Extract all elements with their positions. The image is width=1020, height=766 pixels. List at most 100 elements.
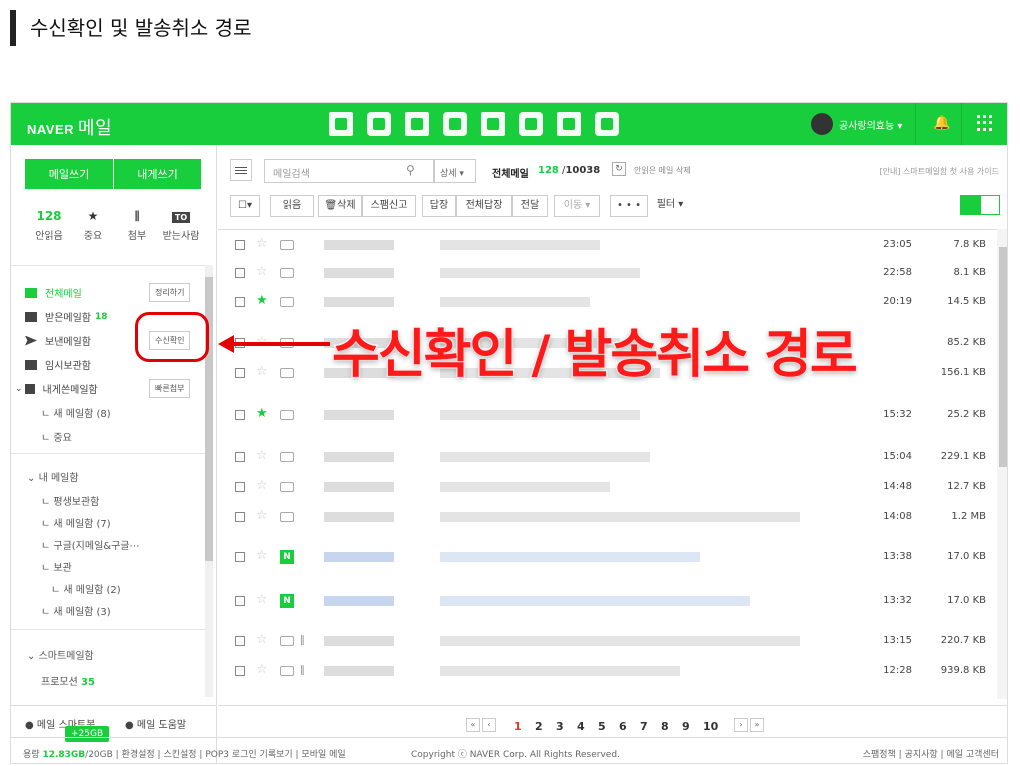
spam-button[interactable]: 스팸신고 [362,195,416,217]
page-number[interactable]: 6 [619,720,627,733]
refresh-icon[interactable]: ↻ [612,162,626,176]
user-menu[interactable]: 공사랑의효능 ▾ [811,113,902,135]
sender-redacted[interactable] [324,596,394,606]
sidebar-item-smart[interactable]: ⌄ 스마트메일함 [27,647,94,662]
sender-redacted[interactable] [324,452,394,462]
filter-button[interactable]: 필터 ▾ [650,195,690,217]
row-checkbox[interactable] [235,368,245,378]
subject-redacted[interactable] [440,268,640,278]
page-number[interactable]: 8 [661,720,669,733]
sidebar-subitem[interactable]: ㄴ 새 메일함 (8) [41,405,111,420]
star-icon[interactable]: ☆ [256,364,268,379]
sidebar-subitem[interactable]: ㄴ 새 메일함 (2) [51,581,121,596]
sender-redacted[interactable] [324,240,394,250]
last-page-button[interactable]: » [750,718,764,732]
envelope-icon[interactable] [280,512,294,522]
row-checkbox[interactable] [235,268,245,278]
forward-button[interactable]: 전달 [512,195,548,217]
help-link[interactable]: ● 메일 도움말 [125,716,186,731]
write-to-self-button[interactable]: 내게쓰기 [113,159,201,189]
sidebar-subitem[interactable]: ㄴ 구글(지메일&구글⋯ [41,537,139,552]
page-number[interactable]: 1 [514,720,522,733]
sender-redacted[interactable] [324,268,394,278]
reply-button[interactable]: 답장 [422,195,456,217]
quick-important[interactable]: ★ 중요 [71,209,115,242]
first-page-button[interactable]: « [466,718,480,732]
page-number[interactable]: 2 [535,720,543,733]
list-scroll-thumb[interactable] [999,247,1007,467]
contacts-icon[interactable] [443,112,467,136]
cafe-icon[interactable] [557,112,581,136]
subject-redacted[interactable] [440,482,610,492]
select-all-checkbox[interactable]: ☐▾ [230,195,260,217]
table-row[interactable]: ☆ 15:04 229.1 KB [218,442,997,472]
table-row[interactable]: ☆ N 13:38 17.0 KB [218,542,997,572]
sidebar-item-inbox[interactable]: 받은메일함 18 [25,309,108,324]
envelope-icon[interactable] [280,666,294,676]
star-icon[interactable]: ☆ [256,478,268,493]
sidebar-item-my-boxes[interactable]: ⌄ 내 메일함 [27,469,79,484]
envelope-icon[interactable] [280,368,294,378]
write-mail-button[interactable]: 메일쓰기 [25,159,113,189]
table-row[interactable]: ☆ 14:08 1.2 MB [218,502,997,532]
delete-unread-link[interactable]: 안읽은 메일 삭제 [634,165,691,176]
page-number[interactable]: 7 [640,720,648,733]
envelope-icon[interactable] [280,410,294,420]
row-checkbox[interactable] [235,452,245,462]
bell-icon[interactable]: 🔔 [933,115,950,131]
star-icon[interactable]: ☆ [256,264,268,279]
sidebar-subitem[interactable]: ㄴ 보관 [41,559,72,574]
quick-attach-button[interactable]: 빠른첨부 [149,379,191,398]
mark-read-button[interactable]: 읽음 [270,195,314,217]
star-icon[interactable]: ☆ [256,236,268,251]
guide-link[interactable]: [안내] 스마트메일함 첫 사용 가이드 [880,166,999,177]
cleanup-button[interactable]: 정리하기 [149,283,191,302]
star-icon[interactable]: ★ [256,406,268,421]
subject-redacted[interactable] [440,636,800,646]
sidebar-item-drafts[interactable]: 임시보관함 [25,357,91,372]
row-checkbox[interactable] [235,410,245,420]
star-icon[interactable]: ☆ [256,592,268,607]
sidebar-subitem[interactable]: ㄴ 새 메일함 (3) [41,603,111,618]
envelope-icon[interactable] [280,240,294,250]
star-icon[interactable]: ☆ [256,448,268,463]
row-checkbox[interactable] [235,482,245,492]
table-row[interactable]: ☆ 22:58 8.1 KB [218,258,997,288]
list-icon[interactable] [405,112,429,136]
row-checkbox[interactable] [235,512,245,522]
star-icon[interactable]: ☆ [256,548,268,563]
prev-page-button[interactable]: ‹ [482,718,496,732]
page-number[interactable]: 5 [598,720,606,733]
sender-redacted[interactable] [324,636,394,646]
subject-redacted[interactable] [440,297,590,307]
sidebar-item-sent[interactable]: 보낸메일함 [25,333,91,348]
subject-redacted[interactable] [440,552,700,562]
naver-mail-logo[interactable]: NAVER 메일 [27,114,112,140]
envelope-icon[interactable] [280,482,294,492]
row-checkbox[interactable] [235,666,245,676]
memo-icon[interactable] [595,112,619,136]
clock-view-icon[interactable] [960,195,980,215]
quick-unread[interactable]: 128 안읽음 [27,209,71,242]
quick-to[interactable]: TO 받는사람 [159,209,203,242]
sidebar-subitem[interactable]: ㄴ 중요 [41,429,72,444]
page-number[interactable]: 4 [577,720,585,733]
table-row[interactable]: ☆ ∥ 13:15 220.7 KB [218,626,997,656]
detail-search-button[interactable]: 상세 ▾ [434,159,476,183]
row-checkbox[interactable] [235,552,245,562]
sender-redacted[interactable] [324,512,394,522]
sidebar-item-self[interactable]: ⌄ 내게쓴메일함 [15,381,98,396]
subject-redacted[interactable] [440,240,600,250]
star-icon[interactable]: ☆ [256,508,268,523]
subject-redacted[interactable] [440,596,750,606]
sender-redacted[interactable] [324,297,394,307]
table-row[interactable]: ☆ 14:48 12.7 KB [218,472,997,502]
hamburger-icon[interactable] [230,159,252,181]
sender-redacted[interactable] [324,410,394,420]
footer-right-links[interactable]: 스팸정책 | 공지사항 | 메일 고객센터 [863,747,999,760]
row-checkbox[interactable] [235,240,245,250]
list-view-icon[interactable] [980,195,1000,215]
star-icon[interactable]: ☆ [256,632,268,647]
page-number[interactable]: 10 [703,720,718,733]
sender-redacted[interactable] [324,552,394,562]
